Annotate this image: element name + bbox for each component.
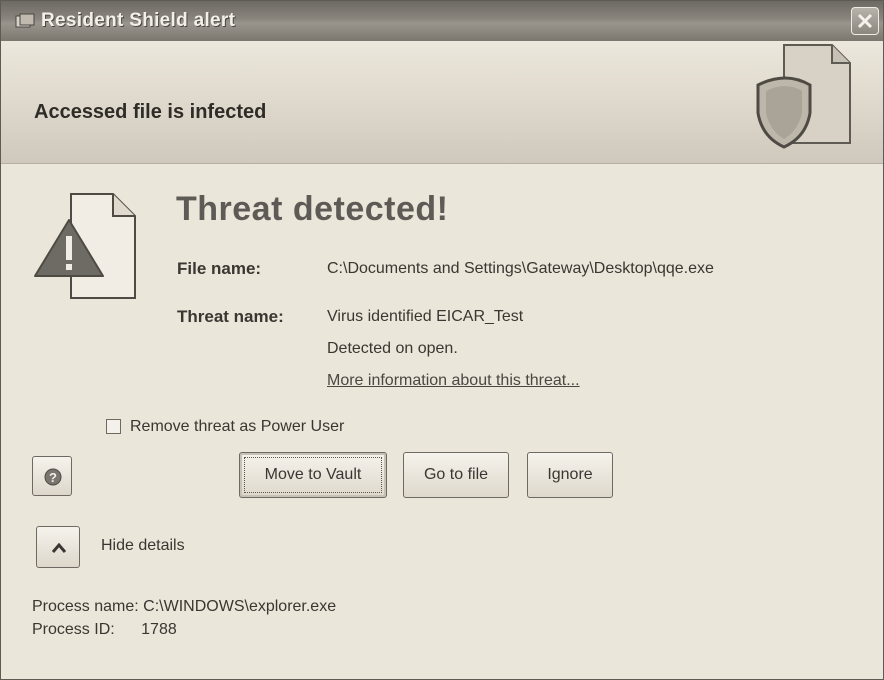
process-name-row: Process name: C:\WINDOWS\explorer.exe (32, 598, 336, 616)
close-icon (857, 13, 873, 29)
warning-document-icon (34, 193, 136, 299)
process-id-row: Process ID: 1788 (32, 621, 177, 639)
help-icon: ? (44, 468, 62, 486)
remove-as-power-user-checkbox[interactable] (106, 419, 121, 434)
move-to-vault-label: Move to Vault (264, 466, 362, 483)
hide-details-button[interactable] (36, 526, 80, 568)
detected-text: Detected on open. (327, 340, 458, 357)
process-name-value: C:\WINDOWS\explorer.exe (143, 598, 337, 615)
process-id-value: 1788 (141, 621, 177, 638)
hide-details-label[interactable]: Hide details (101, 537, 185, 555)
threat-name-value: Virus identified EICAR_Test (327, 308, 524, 325)
header-banner: Accessed file is infected (1, 41, 883, 164)
process-id-label: Process ID: (32, 621, 115, 638)
chevron-up-icon (51, 542, 67, 553)
ignore-button[interactable]: Ignore (527, 452, 613, 498)
go-to-file-button[interactable]: Go to file (403, 452, 509, 498)
ignore-label: Ignore (547, 466, 593, 483)
shield-document-icon (756, 44, 851, 149)
help-button[interactable]: ? (32, 456, 72, 496)
move-to-vault-button[interactable]: Move to Vault (239, 452, 387, 498)
close-button[interactable] (851, 7, 879, 35)
file-name-label: File name: (177, 259, 262, 278)
remove-as-power-user-label: Remove threat as Power User (130, 418, 345, 435)
window-title: Resident Shield alert (41, 10, 236, 31)
banner-headline: Accessed file is infected (34, 101, 267, 123)
svg-text:?: ? (49, 470, 57, 485)
resident-shield-alert-window: Resident Shield alert Accessed file is i… (0, 0, 884, 680)
file-name-value: C:\Documents and Settings\Gateway\Deskto… (327, 260, 714, 277)
more-info-link[interactable]: More information about this threat... (327, 372, 580, 390)
app-icon (15, 13, 35, 28)
threat-name-label: Threat name: (177, 307, 284, 326)
title-bar[interactable]: Resident Shield alert (1, 1, 883, 41)
go-to-file-label: Go to file (423, 466, 489, 483)
threat-heading: Threat detected! (176, 190, 449, 228)
process-name-label: Process name: (32, 598, 139, 615)
